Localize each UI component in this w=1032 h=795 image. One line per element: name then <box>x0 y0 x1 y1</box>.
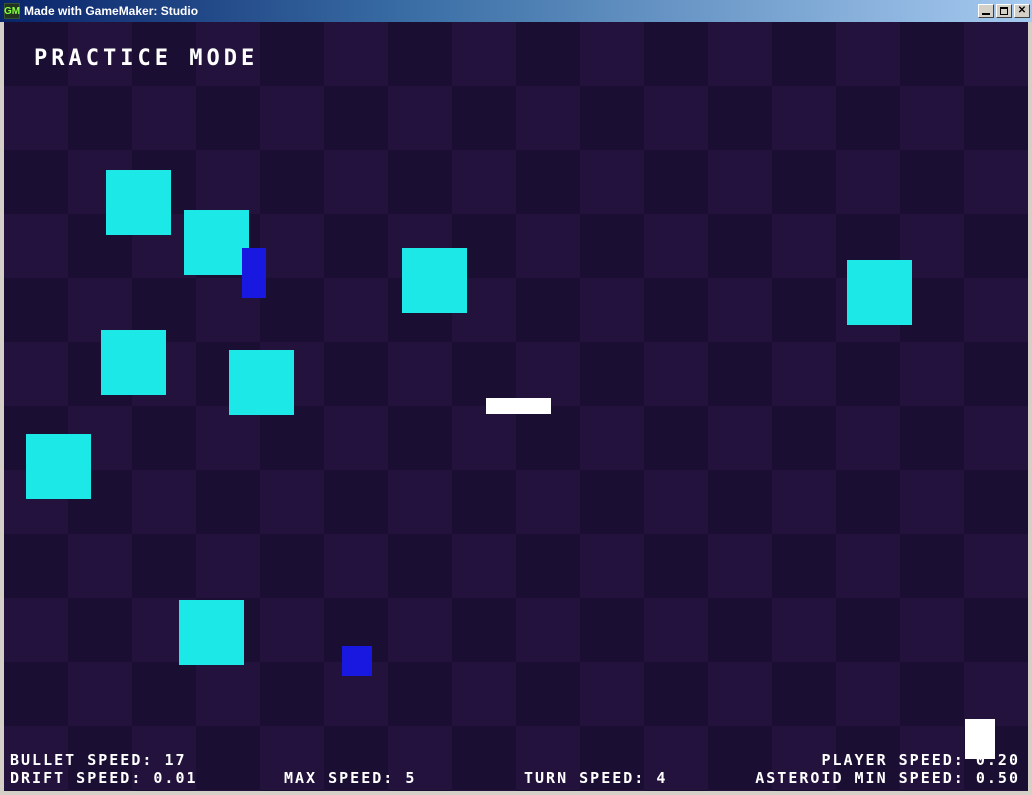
stat-player-speed: PLAYER SPEED: 0.20 <box>821 751 1020 769</box>
asteroid-block <box>184 210 249 275</box>
label: BULLET SPEED: <box>10 751 153 769</box>
mode-title: PRACTICE MODE <box>34 46 258 71</box>
minimize-button[interactable] <box>978 4 994 18</box>
label: ASTEROID MIN SPEED: <box>755 769 965 787</box>
asteroid-block <box>229 350 294 415</box>
enemy-block <box>342 646 372 676</box>
close-icon: ✕ <box>1018 6 1026 16</box>
value: 4 <box>656 769 667 787</box>
asteroid-block <box>847 260 912 325</box>
asteroid-block <box>101 330 166 395</box>
asteroid-block <box>26 434 91 499</box>
app-icon: GM <box>4 3 20 19</box>
close-button[interactable]: ✕ <box>1014 4 1030 18</box>
label: TURN SPEED: <box>524 769 645 787</box>
maximize-button[interactable] <box>996 4 1012 18</box>
value: 17 <box>164 751 186 769</box>
asteroid-block <box>179 600 244 665</box>
stat-bullet-speed: BULLET SPEED: 17 <box>10 751 187 769</box>
label: PLAYER SPEED: <box>821 751 964 769</box>
game-viewport[interactable]: PRACTICE MODE BULLET SPEED: 17 PLAYER SP… <box>4 22 1028 791</box>
value: 0.20 <box>976 751 1020 769</box>
label: DRIFT SPEED: <box>10 769 142 787</box>
titlebar: GM Made with GameMaker: Studio ✕ <box>0 0 1032 22</box>
enemy-block <box>242 248 266 298</box>
value: 0.50 <box>976 769 1020 787</box>
stat-drift-speed: DRIFT SPEED: 0.01 <box>10 769 198 787</box>
player-ship <box>486 398 551 414</box>
app-window: GM Made with GameMaker: Studio ✕ PRACTIC… <box>0 0 1032 795</box>
value: 5 <box>405 769 416 787</box>
minimize-icon <box>982 13 990 15</box>
stat-max-speed: MAX SPEED: 5 <box>284 769 416 787</box>
window-controls: ✕ <box>978 4 1030 18</box>
stat-turn-speed: TURN SPEED: 4 <box>524 769 667 787</box>
stat-asteroid-min-speed: ASTEROID MIN SPEED: 0.50 <box>755 769 1020 787</box>
value: 0.01 <box>153 769 197 787</box>
window-title: Made with GameMaker: Studio <box>24 4 978 18</box>
asteroid-block <box>106 170 171 235</box>
label: MAX SPEED: <box>284 769 394 787</box>
asteroid-block <box>402 248 467 313</box>
maximize-icon <box>1000 7 1008 15</box>
